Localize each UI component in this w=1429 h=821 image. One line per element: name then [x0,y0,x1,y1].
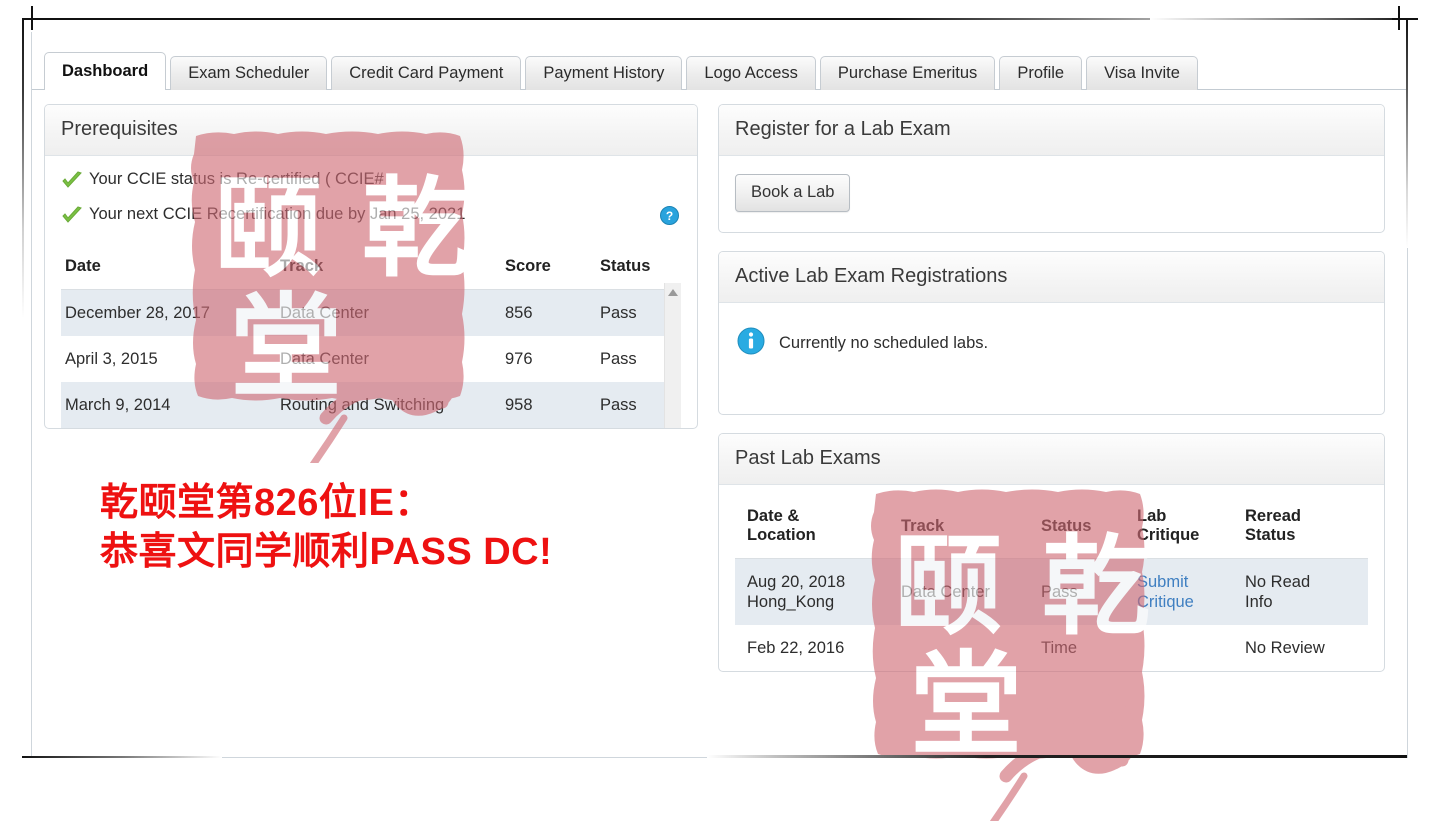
table-header-row: Date & Location Track Status Lab Critiqu… [735,495,1368,559]
table-row: December 28, 2017 Data Center 856 Pass [61,290,681,337]
tab-exam-scheduler[interactable]: Exam Scheduler [170,56,327,90]
tab-label: Visa Invite [1104,64,1180,83]
active-registrations-title: Active Lab Exam Registrations [719,252,1384,303]
col-track: Track [266,245,491,290]
cell-status: Time [1027,625,1123,671]
col-date: Date [61,245,266,290]
cell-date-location: Feb 22, 2016 [735,625,887,671]
active-registrations-panel: Active Lab Exam Registrations Currently … [718,251,1385,415]
tab-payment-history[interactable]: Payment History [525,56,682,90]
tab-purchase-emeritus[interactable]: Purchase Emeritus [820,56,995,90]
svg-text:?: ? [666,209,673,223]
col-reread-status: Reread Status [1231,495,1368,559]
col-date-location: Date & Location [735,495,887,559]
active-registrations-body: Currently no scheduled labs. [719,303,1384,414]
empty-state: Currently no scheduled labs. [735,317,1368,400]
green-check-icon [61,170,89,196]
register-body: Book a Lab [719,156,1384,232]
prerequisite-item: Your next CCIE Recertification due by Ja… [61,205,681,231]
left-column: Prerequisites Your CCIE status is Re-cer… [44,104,698,672]
cell-date-location: Aug 20, 2018 Hong_Kong [735,559,887,626]
prerequisite-item: Your CCIE status is Re-certified ( CCIE# [61,170,681,196]
cell-track: Data Center [266,336,491,382]
cell-reread-status: No Read Info [1231,559,1368,626]
cell-date: March 9, 2014 [61,382,266,428]
prerequisite-recert-text: Your next CCIE Recertification due by Ja… [89,205,465,225]
col-lab-critique: Lab Critique [1123,495,1231,559]
cell-track [887,625,1027,671]
tab-label: Payment History [543,64,664,83]
cell-date: December 28, 2017 [61,290,266,337]
page-container: Dashboard Exam Scheduler Credit Card Pay… [31,32,1408,758]
prerequisites-table-scroll: Date Track Score Status December 28, 201… [61,245,681,428]
cell-track: Data Center [887,559,1027,626]
tab-logo-access[interactable]: Logo Access [686,56,816,90]
cell-status: Pass [1027,559,1123,626]
table-header-row: Date Track Score Status [61,245,681,290]
cell-reread-status: No Review [1231,625,1368,671]
cell-track: Routing and Switching [266,382,491,428]
tab-profile[interactable]: Profile [999,56,1082,90]
green-check-icon [61,205,89,231]
past-lab-exams-panel: Past Lab Exams Date & Location Track Sta… [718,433,1385,672]
tab-label: Exam Scheduler [188,64,309,83]
table-row: Aug 20, 2018 Hong_Kong Data Center Pass … [735,559,1368,626]
past-lab-exams-title: Past Lab Exams [719,434,1384,485]
submit-critique-link[interactable]: Submit Critique [1137,573,1194,611]
right-column: Register for a Lab Exam Book a Lab Activ… [718,104,1385,672]
scroll-up-arrow-icon[interactable] [668,289,678,296]
col-score: Score [491,245,586,290]
tab-credit-card-payment[interactable]: Credit Card Payment [331,56,521,90]
tab-label: Dashboard [62,62,148,81]
col-track: Track [887,495,1027,559]
cell-score: 976 [491,336,586,382]
cell-lab-critique[interactable]: Submit Critique [1123,559,1231,626]
table-row: April 3, 2015 Data Center 976 Pass [61,336,681,382]
book-a-lab-button[interactable]: Book a Lab [735,174,850,212]
register-lab-exam-panel: Register for a Lab Exam Book a Lab [718,104,1385,233]
col-status: Status [1027,495,1123,559]
tab-bar: Dashboard Exam Scheduler Credit Card Pay… [44,44,1407,90]
cell-score: 958 [491,382,586,428]
tab-dashboard[interactable]: Dashboard [44,52,166,90]
prerequisites-table: Date Track Score Status December 28, 201… [61,245,681,428]
table-row: Feb 22, 2016 Time No Review [735,625,1368,671]
tab-visa-invite[interactable]: Visa Invite [1086,56,1198,90]
table-row: March 9, 2014 Routing and Switching 958 … [61,382,681,428]
vertical-scrollbar[interactable] [664,283,681,429]
past-lab-exams-table: Date & Location Track Status Lab Critiqu… [735,495,1368,671]
tab-label: Profile [1017,64,1064,83]
tab-label: Credit Card Payment [349,64,503,83]
empty-state-message: Currently no scheduled labs. [779,334,988,353]
dashboard-columns: Prerequisites Your CCIE status is Re-cer… [32,90,1407,672]
register-title: Register for a Lab Exam [719,105,1384,156]
cell-score: 856 [491,290,586,337]
cell-date: April 3, 2015 [61,336,266,382]
prerequisites-body: Your CCIE status is Re-certified ( CCIE#… [45,156,697,428]
tab-label: Purchase Emeritus [838,64,977,83]
cell-lab-critique [1123,625,1231,671]
past-lab-exams-body: Date & Location Track Status Lab Critiqu… [719,485,1384,671]
cell-track: Data Center [266,290,491,337]
info-circle-icon [737,327,765,360]
prerequisite-status-text: Your CCIE status is Re-certified ( CCIE# [89,170,384,190]
prerequisites-title: Prerequisites [45,105,697,156]
help-question-icon[interactable]: ? [660,206,679,225]
prerequisites-panel: Prerequisites Your CCIE status is Re-cer… [44,104,698,429]
tab-label: Logo Access [704,64,798,83]
